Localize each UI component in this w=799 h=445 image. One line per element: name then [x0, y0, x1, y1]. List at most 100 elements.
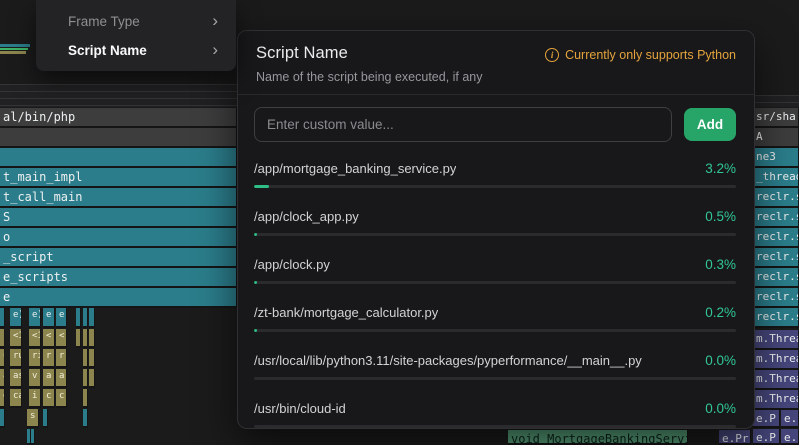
chevron-right-icon: ›: [212, 12, 218, 29]
flame-frame[interactable]: i: [29, 389, 41, 408]
flame-frame[interactable]: [0, 409, 5, 428]
flame-frame[interactable]: s: [27, 409, 39, 428]
script-list-item[interactable]: /zt-bank/mortgage_calculator.py0.2%: [254, 296, 736, 344]
flame-frame[interactable]: [83, 409, 88, 428]
flame-frame[interactable]: r: [56, 349, 67, 368]
flame-frame[interactable]: ): [0, 308, 5, 328]
flame-frame[interactable]: al/bin/php: [0, 108, 237, 128]
flame-frame[interactable]: sr/sha: [753, 108, 799, 128]
flame-frame[interactable]: a: [43, 369, 55, 388]
flame-frame[interactable]: m.Threa: [753, 370, 799, 390]
custom-value-row: Add: [238, 95, 754, 152]
script-percentage: 0.0%: [705, 353, 736, 368]
script-percentage: 0.2%: [705, 305, 736, 320]
flame-compressed-rows[interactable]: [753, 95, 799, 107]
flame-frame[interactable]: a: [56, 369, 67, 388]
script-progress-track: [254, 425, 736, 428]
menu-item-script-name[interactable]: Script Name ›: [36, 36, 236, 65]
flame-frame[interactable]: ne3: [753, 148, 799, 168]
flame-frame[interactable]: <1: [10, 329, 22, 348]
flame-frame[interactable]: [83, 308, 88, 328]
flame-frame[interactable]: [89, 308, 95, 328]
script-progress-track: [254, 281, 736, 284]
flame-frame[interactable]: t_main_impl: [0, 168, 237, 188]
flame-frame[interactable]: S: [0, 208, 237, 228]
flame-frame[interactable]: _thread: [753, 168, 799, 188]
python-warning: i Currently only supports Python: [545, 48, 736, 62]
flame-frame[interactable]: [89, 329, 95, 348]
flame-frame[interactable]: e.P: [753, 410, 780, 428]
flame-frame[interactable]: reclr.s: [753, 248, 799, 268]
info-icon: i: [545, 48, 559, 62]
flame-frame[interactable]: e): [10, 308, 22, 328]
flame-frame[interactable]: <1: [29, 329, 41, 348]
flame-frame[interactable]: a: [0, 369, 5, 388]
flame-frame[interactable]: A: [753, 128, 799, 148]
flame-mini-bar: [0, 44, 30, 47]
flame-frame[interactable]: reclr.s: [753, 228, 799, 248]
script-list-item[interactable]: /usr/local/lib/python3.11/site-packages/…: [254, 344, 736, 392]
flame-frame[interactable]: [83, 389, 88, 408]
flame-compressed-rows[interactable]: [0, 84, 237, 107]
flame-frame[interactable]: reclr.s: [753, 308, 799, 328]
flame-frame[interactable]: _script: [0, 248, 237, 268]
flame-frame[interactable]: e: [0, 389, 5, 408]
flame-frame[interactable]: [83, 369, 88, 388]
flame-frame[interactable]: e: [43, 308, 55, 328]
flame-frame[interactable]: e.: [781, 429, 799, 445]
flame-frame[interactable]: [31, 429, 35, 445]
flame-frame[interactable]: [43, 409, 48, 428]
flame-frame[interactable]: e: [0, 288, 237, 308]
flame-frame[interactable]: [83, 349, 88, 368]
flame-frame[interactable]: c: [56, 389, 67, 408]
flame-frame[interactable]: [83, 329, 88, 348]
flame-frame[interactable]: [89, 349, 95, 368]
flame-frame[interactable]: e): [29, 308, 41, 328]
flame-frame[interactable]: e.: [781, 410, 799, 428]
flame-frame[interactable]: 1: [0, 329, 5, 348]
script-percentage: 0.3%: [705, 257, 736, 272]
flame-frame[interactable]: m.Threa: [753, 350, 799, 370]
script-list-item[interactable]: /app/mortgage_banking_service.py3.2%: [254, 152, 736, 200]
flame-frame[interactable]: [0, 128, 237, 148]
flame-frame[interactable]: reclr.s: [753, 288, 799, 308]
script-path: /app/clock.py: [254, 257, 330, 272]
flame-frame[interactable]: <: [43, 329, 55, 348]
flame-frame[interactable]: ca: [10, 389, 22, 408]
popover-header: Script Name i Currently only supports Py…: [238, 31, 754, 95]
menu-item-label: Script Name: [68, 43, 212, 58]
flame-frame[interactable]: e_scripts: [0, 268, 237, 288]
flame-frame[interactable]: [76, 308, 81, 328]
flame-frame[interactable]: [76, 329, 81, 348]
python-warning-text: Currently only supports Python: [565, 48, 736, 62]
flame-frame[interactable]: v: [29, 369, 41, 388]
script-list-item[interactable]: /app/clock.py 0.3%: [254, 248, 736, 296]
flame-frame[interactable]: reclr.s: [753, 188, 799, 208]
script-progress-fill: [254, 233, 257, 236]
flame-frame[interactable]: [89, 369, 95, 388]
flame-frame[interactable]: as: [10, 369, 22, 388]
flame-frame[interactable]: r: [43, 349, 55, 368]
flame-frame[interactable]: o: [0, 228, 237, 248]
flame-frame[interactable]: <: [56, 329, 67, 348]
flame-frame[interactable]: e.P: [753, 429, 780, 445]
add-button[interactable]: Add: [684, 108, 736, 141]
flame-frame[interactable]: m.Threa: [753, 330, 799, 350]
flame-frame[interactable]: reclr.s: [753, 268, 799, 288]
script-path: /app/mortgage_banking_service.py: [254, 161, 456, 176]
flame-frame[interactable]: reclr.s: [753, 208, 799, 228]
script-list-item[interactable]: /usr/bin/cloud-id0.0%: [254, 392, 736, 440]
flame-frame[interactable]: u: [0, 349, 5, 368]
script-path: /app/clock_app.py: [254, 209, 359, 224]
flame-mini-bar: [0, 48, 28, 50]
flame-frame[interactable]: e: [56, 308, 67, 328]
flame-frame[interactable]: t_call_main: [0, 188, 237, 208]
custom-value-input[interactable]: [254, 107, 672, 142]
flame-frame[interactable]: ru: [10, 349, 22, 368]
menu-item-frame-type[interactable]: Frame Type ›: [36, 7, 236, 36]
script-list-item[interactable]: /app/clock_app.py0.5%: [254, 200, 736, 248]
flame-frame[interactable]: c: [43, 389, 55, 408]
flame-frame[interactable]: [0, 148, 237, 168]
flame-frame[interactable]: m.Threa: [753, 390, 799, 410]
flame-frame[interactable]: ri: [29, 349, 41, 368]
